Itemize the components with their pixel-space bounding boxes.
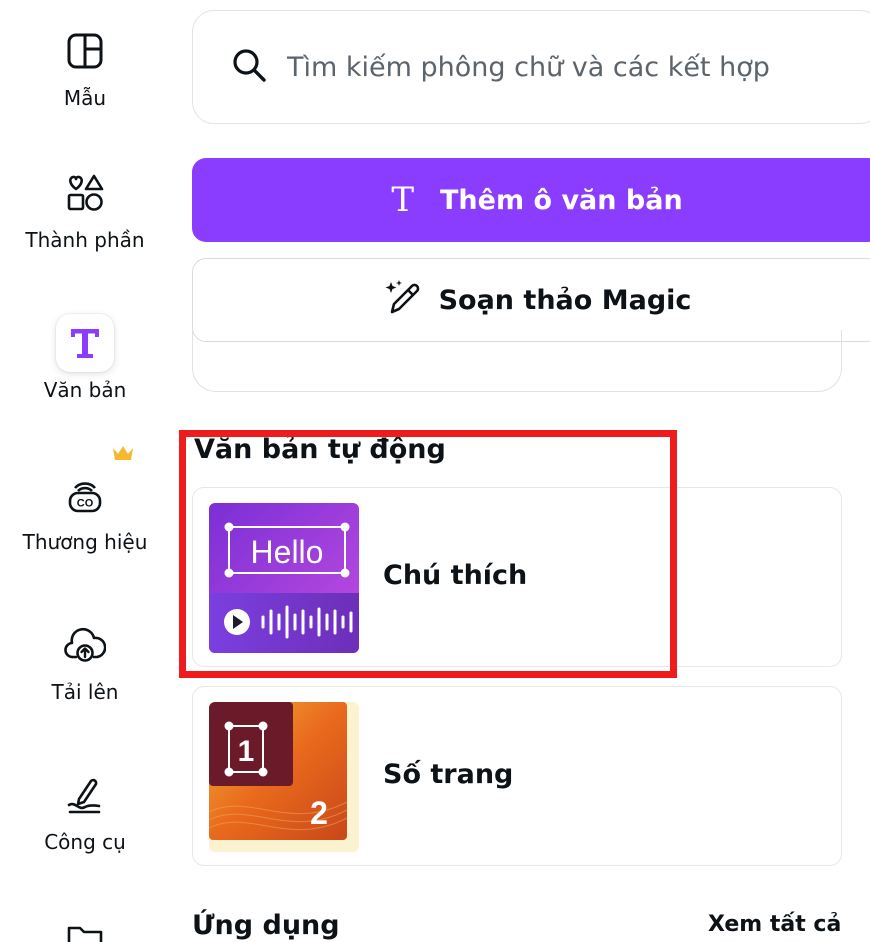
sidebar-item-projects[interactable] [0,910,170,942]
sidebar-item-label: Mẫu [63,86,107,110]
section-title-auto-text: Văn bản tự động [194,434,446,465]
sidebar-item-elements[interactable]: Thành phần [0,164,170,252]
add-textbox-button[interactable]: T Thêm ô văn bản [192,158,870,242]
sidebar-item-brand[interactable]: CO Thương hiệu [0,466,170,554]
auto-text-item-captions[interactable]: Hello Chú thích [192,487,842,667]
search-icon [231,47,267,87]
text-t-icon: T [391,180,415,220]
upload-cloud-icon [56,616,114,674]
section-title-apps: Ứng dụng [192,910,340,941]
page-thumb-number-1: 1 [238,735,255,768]
font-combo-card[interactable] [192,330,842,392]
brand-icon: CO [56,466,114,524]
folder-icon [56,910,114,942]
magic-write-label: Soạn thảo Magic [438,284,692,316]
svg-text:CO: CO [77,498,94,510]
sidebar-item-text[interactable]: Văn bản [0,314,170,402]
side-rail: Mẫu Thành phần Văn bản CO Thương hiệu Tả… [0,0,170,942]
sidebar-item-label: Thành phần [25,228,145,252]
search-bar[interactable] [192,10,870,124]
sidebar-item-label: Công cụ [44,830,126,854]
captions-label: Chú thích [383,560,528,591]
page-numbers-thumbnail: 1 2 [209,702,359,852]
see-all-link[interactable]: Xem tất cả [708,912,841,937]
template-icon [56,22,114,80]
sidebar-item-tools[interactable]: Công cụ [0,766,170,854]
sidebar-item-label: Văn bản [43,378,127,402]
sidebar-item-label: Tải lên [51,680,119,704]
auto-text-item-page-numbers[interactable]: 1 2 Số trang [192,686,842,866]
sidebar-item-label: Thương hiệu [22,530,148,554]
magic-pen-icon [383,278,423,322]
page-thumb-number-2: 2 [310,795,328,831]
text-icon [56,314,114,372]
sidebar-item-templates[interactable]: Mẫu [0,22,170,110]
draw-pen-icon [56,766,114,824]
page-numbers-label: Số trang [383,759,514,790]
elements-icon [56,164,114,222]
add-textbox-label: Thêm ô văn bản [440,184,683,216]
search-input[interactable] [287,51,807,83]
sidebar-item-uploads[interactable]: Tải lên [0,616,170,704]
crown-icon [113,446,133,460]
captions-thumbnail: Hello [209,503,359,653]
captions-thumb-text: Hello [251,534,324,570]
